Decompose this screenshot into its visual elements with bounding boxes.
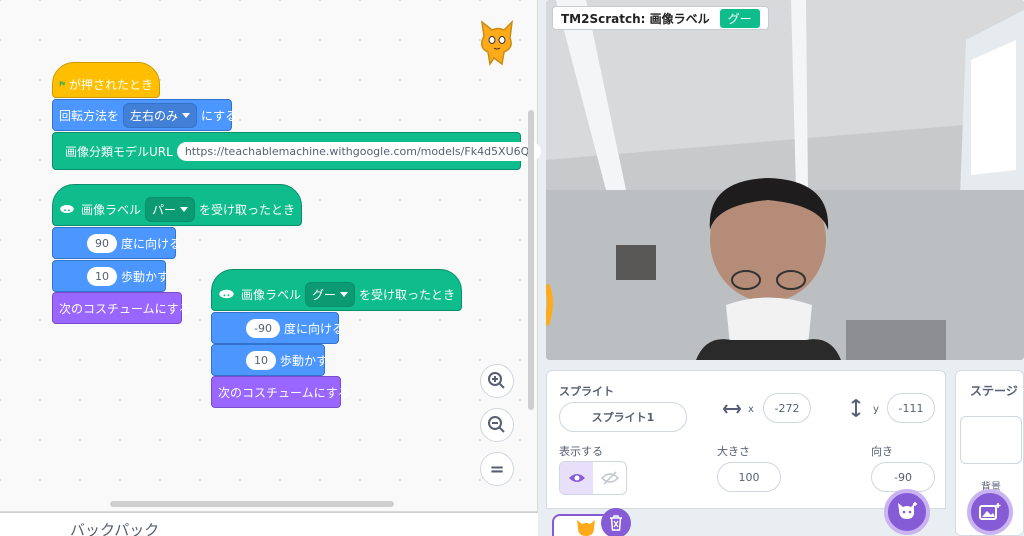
vertical-scrollbar[interactable] [528,110,534,410]
code-workspace[interactable]: が押されたとき 回転方法を 左右のみ にする 画像分類モデルURL https:… [0,0,541,512]
when-flag-clicked-block[interactable]: が押されたとき [52,62,160,98]
direction-input[interactable]: -90 [871,462,935,492]
sprite-cat-icon [480,19,514,66]
block-label: 度に向ける [121,236,182,251]
point-in-direction-block[interactable]: 90 度に向ける [52,227,181,259]
block-label: 画像分類モデルURL [65,144,173,159]
webcam-feed-image [546,0,1024,360]
size-input[interactable]: 100 [717,462,781,492]
steps-input[interactable]: 10 [246,350,276,370]
block-label: を受け取ったとき [358,287,455,302]
delete-sprite-button[interactable] [601,508,631,536]
image-label-badge: グー [719,8,760,28]
sprite-label: スプライト [559,385,614,398]
image-label-dropdown[interactable]: パー [144,196,195,222]
block-label: 画像ラベル [240,287,301,302]
image-label-dropdown[interactable]: グー [304,281,355,307]
visibility-toggle [559,461,627,495]
show-label: 表示する [559,445,603,458]
chevron-down-icon [339,291,348,297]
show-button[interactable] [560,462,593,494]
block-label: 歩動かす [121,269,170,284]
x-label: x [748,404,754,415]
add-sprite-button[interactable] [884,489,930,535]
steps-input[interactable]: 10 [87,266,117,286]
stage-title: TM2Scratch: 画像ラベル [561,11,710,26]
trash-icon [610,515,622,531]
zoom-out-icon [488,416,505,433]
chevron-down-icon [179,206,188,212]
move-steps-block[interactable]: 10 歩動かす [211,344,329,376]
stage[interactable] [546,0,1024,360]
size-label: 大きさ [717,445,750,458]
image-model-url-block[interactable]: 画像分類モデルURL https://teachablemachine.with… [52,132,541,170]
zoom-reset-button[interactable]: = [480,452,514,486]
direction-label: 向き [871,445,893,458]
dropdown-value: パー [151,202,176,217]
when-image-label-received-block[interactable]: 画像ラベル グー を受け取ったとき [211,269,462,311]
when-image-label-received-block[interactable]: 画像ラベル パー を受け取ったとき [52,184,302,226]
x-position-input[interactable]: -272 [763,393,811,423]
block-label: 度に向ける [283,321,344,336]
tm2scratch-extension-icon [219,289,234,299]
block-label: 画像ラベル [80,202,141,217]
stage-label-overlay: TM2Scratch: 画像ラベル グー [552,6,769,30]
backpack-panel[interactable]: バックパック [0,512,538,536]
y-arrows-icon [851,399,861,417]
next-costume-block[interactable]: 次のコスチュームにする [52,292,191,324]
eye-slash-icon [600,471,619,485]
block-label: が押されたとき [68,77,153,92]
stage-thumbnail[interactable] [960,416,1022,464]
tm2scratch-extension-icon [60,205,74,213]
block-label: にする [201,108,238,123]
backpack-label: バックパック [70,521,160,536]
direction-input[interactable]: 90 [87,233,117,253]
add-backdrop-image-icon [979,503,1001,520]
block-label: 歩動かす [280,353,329,368]
scratch-editor: が押されたとき 回転方法を 左右のみ にする 画像分類モデルURL https:… [0,0,1024,536]
dropdown-value: グー [311,287,336,302]
sprite-cat-icon [577,520,595,536]
block-label: 次のコスチュームにする [218,385,350,400]
zoom-in-icon [488,372,505,389]
y-position-input[interactable]: -111 [887,393,935,423]
zoom-out-button[interactable] [480,408,514,442]
horizontal-scrollbar[interactable] [110,501,394,507]
y-label: y [873,404,879,415]
chevron-down-icon [182,112,191,118]
sprite-name-input[interactable]: スプライト1 [559,402,687,432]
zoom-in-button[interactable] [480,364,514,398]
set-rotation-style-block[interactable]: 回転方法を 左右のみ にする [52,99,237,131]
move-steps-block[interactable]: 10 歩動かす [52,260,170,292]
next-costume-block[interactable]: 次のコスチュームにする [211,376,350,408]
model-url-input[interactable]: https://teachablemachine.withgoogle.com/… [176,141,541,161]
hide-button[interactable] [593,462,626,494]
block-label: 回転方法を [59,108,120,123]
stage-pane-title: ステージ [970,384,1018,398]
eye-icon [568,474,585,482]
point-in-direction-block[interactable]: -90 度に向ける [211,312,344,344]
block-label: 次のコスチュームにする [59,301,191,316]
rotation-style-dropdown[interactable]: 左右のみ [123,102,198,128]
add-sprite-cat-icon [898,502,917,519]
dropdown-value: 左右のみ [130,108,179,123]
x-arrows-icon [723,404,741,414]
green-flag-icon [59,81,65,87]
block-label: を受け取ったとき [198,202,295,217]
add-backdrop-button[interactable] [967,489,1013,535]
direction-input[interactable]: -90 [246,318,280,338]
